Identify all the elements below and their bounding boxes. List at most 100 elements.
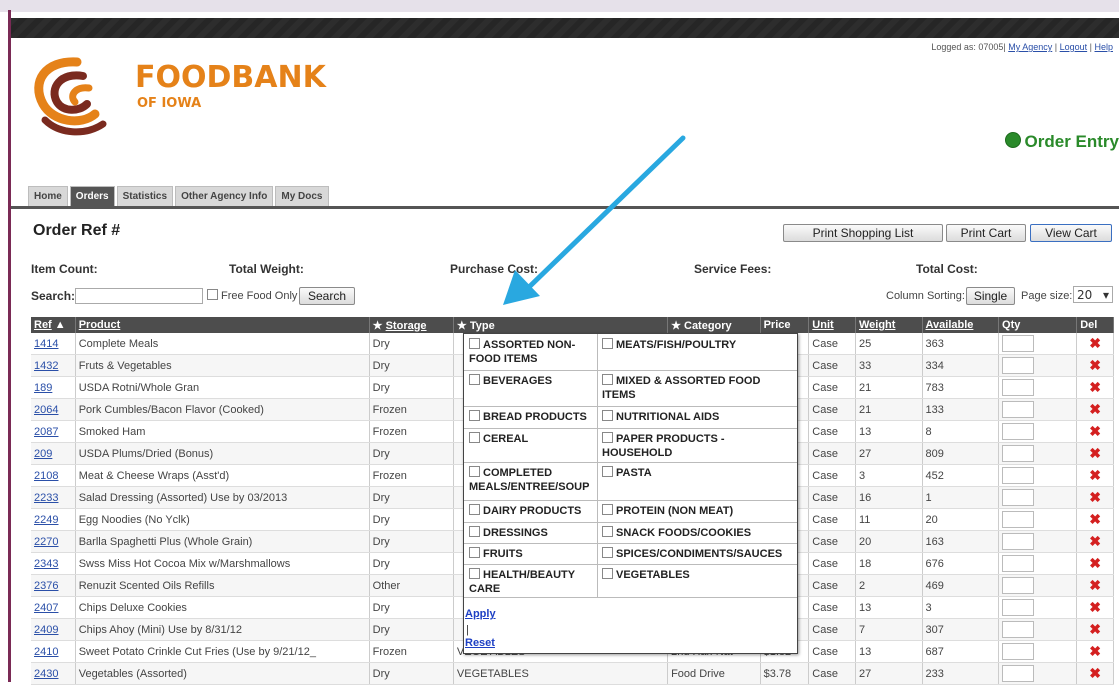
type-filter-checkbox[interactable] — [602, 466, 613, 477]
type-filter-checkbox[interactable] — [469, 526, 480, 537]
type-filter-checkbox[interactable] — [602, 410, 613, 421]
delete-icon[interactable]: ✖ — [1089, 643, 1101, 659]
col-available[interactable]: Available — [922, 317, 1000, 333]
type-filter-option[interactable]: PASTA — [602, 466, 792, 480]
type-filter-checkbox[interactable] — [469, 504, 480, 515]
print-shopping-list-button[interactable]: Print Shopping List — [783, 224, 943, 242]
type-filter-option[interactable]: VEGETABLES — [602, 568, 792, 582]
ref-link[interactable]: 1414 — [34, 338, 58, 350]
qty-input[interactable] — [1002, 401, 1035, 418]
tab-home[interactable]: Home — [28, 186, 68, 207]
logout-link[interactable]: Logout — [1060, 42, 1088, 52]
type-filter-option[interactable]: MIXED & ASSORTED FOOD ITEMS — [602, 374, 792, 402]
qty-input[interactable] — [1002, 599, 1035, 616]
ref-cell[interactable]: 209 — [31, 442, 76, 465]
delete-icon[interactable]: ✖ — [1089, 467, 1101, 483]
ref-link[interactable]: 2407 — [34, 602, 58, 614]
ref-cell[interactable]: 2407 — [31, 596, 76, 619]
ref-link[interactable]: 1432 — [34, 360, 58, 372]
ref-cell[interactable]: 2410 — [31, 640, 76, 663]
ref-link[interactable]: 189 — [34, 382, 52, 394]
qty-input[interactable] — [1002, 555, 1035, 572]
qty-input[interactable] — [1002, 577, 1035, 594]
type-filter-option[interactable]: PAPER PRODUCTS - HOUSEHOLD — [602, 432, 792, 460]
ref-cell[interactable]: 1432 — [31, 354, 76, 377]
ref-cell[interactable]: 2087 — [31, 420, 76, 443]
type-filter-checkbox[interactable] — [602, 547, 613, 558]
free-food-checkbox[interactable] — [207, 289, 218, 300]
type-filter-option[interactable]: PROTEIN (NON MEAT) — [602, 504, 792, 518]
type-filter-option[interactable]: BEVERAGES — [469, 374, 593, 388]
qty-input[interactable] — [1002, 643, 1035, 660]
delete-icon[interactable]: ✖ — [1089, 335, 1101, 351]
delete-icon[interactable]: ✖ — [1089, 423, 1101, 439]
view-cart-button[interactable]: View Cart — [1030, 224, 1112, 242]
delete-icon[interactable]: ✖ — [1089, 445, 1101, 461]
help-link[interactable]: Help — [1094, 42, 1113, 52]
type-filter-option[interactable]: MEATS/FISH/POULTRY — [602, 338, 792, 352]
ref-cell[interactable]: 2249 — [31, 508, 76, 531]
type-filter-checkbox[interactable] — [469, 338, 480, 349]
col-storage[interactable]: ★ Storage — [369, 317, 454, 333]
qty-input[interactable] — [1002, 511, 1035, 528]
type-filter-option[interactable]: DAIRY PRODUCTS — [469, 504, 593, 518]
type-filter-option[interactable]: CEREAL — [469, 432, 593, 446]
search-button[interactable]: Search — [299, 287, 355, 305]
ref-cell[interactable]: 2409 — [31, 618, 76, 641]
type-filter-checkbox[interactable] — [602, 374, 613, 385]
ref-cell[interactable]: 2270 — [31, 530, 76, 553]
delete-icon[interactable]: ✖ — [1089, 555, 1101, 571]
col-weight[interactable]: Weight — [855, 317, 923, 333]
type-filter-checkbox[interactable] — [469, 432, 480, 443]
delete-icon[interactable]: ✖ — [1089, 621, 1101, 637]
delete-icon[interactable]: ✖ — [1089, 489, 1101, 505]
type-filter-checkbox[interactable] — [469, 410, 480, 421]
ref-link[interactable]: 2343 — [34, 558, 58, 570]
qty-input[interactable] — [1002, 445, 1035, 462]
my-agency-link[interactable]: My Agency — [1008, 42, 1052, 52]
delete-icon[interactable]: ✖ — [1089, 357, 1101, 373]
ref-cell[interactable]: 189 — [31, 376, 76, 399]
col-unit-label[interactable]: Unit — [812, 319, 833, 331]
ref-link[interactable]: 2376 — [34, 580, 58, 592]
delete-icon[interactable]: ✖ — [1089, 599, 1101, 615]
col-category[interactable]: ★ Category — [667, 317, 761, 333]
type-filter-checkbox[interactable] — [602, 504, 613, 515]
ref-link[interactable]: 2270 — [34, 536, 58, 548]
delete-icon[interactable]: ✖ — [1089, 577, 1101, 593]
delete-icon[interactable]: ✖ — [1089, 511, 1101, 527]
search-input[interactable] — [75, 288, 203, 304]
ref-link[interactable]: 2064 — [34, 404, 58, 416]
qty-input[interactable] — [1002, 665, 1035, 682]
apply-link[interactable]: Apply — [465, 608, 496, 620]
col-product[interactable]: Product — [75, 317, 370, 333]
print-cart-button[interactable]: Print Cart — [946, 224, 1026, 242]
col-product-label[interactable]: Product — [79, 319, 121, 331]
ref-cell[interactable]: 2064 — [31, 398, 76, 421]
ref-link[interactable]: 2108 — [34, 470, 58, 482]
type-filter-option[interactable]: FRUITS — [469, 547, 593, 561]
type-filter-option[interactable]: ASSORTED NON-FOOD ITEMS — [469, 338, 593, 366]
free-food-only[interactable]: Free Food Only — [207, 289, 297, 302]
qty-input[interactable] — [1002, 467, 1035, 484]
col-unit[interactable]: Unit — [808, 317, 856, 333]
ref-link[interactable]: 2409 — [34, 624, 58, 636]
ref-cell[interactable]: 2343 — [31, 552, 76, 575]
type-filter-checkbox[interactable] — [602, 568, 613, 579]
type-filter-option[interactable]: NUTRITIONAL AIDS — [602, 410, 792, 424]
single-sort-button[interactable]: Single — [966, 287, 1015, 305]
type-filter-option[interactable]: COMPLETED MEALS/ENTREE/SOUP — [469, 466, 593, 494]
qty-input[interactable] — [1002, 423, 1035, 440]
tab-orders[interactable]: Orders — [69, 186, 115, 207]
delete-icon[interactable]: ✖ — [1089, 665, 1101, 681]
qty-input[interactable] — [1002, 533, 1035, 550]
col-available-label[interactable]: Available — [926, 319, 974, 331]
type-filter-checkbox[interactable] — [602, 432, 613, 443]
tab-statistics[interactable]: Statistics — [116, 186, 174, 207]
type-filter-option[interactable]: BREAD PRODUCTS — [469, 410, 593, 424]
ref-cell[interactable]: 2430 — [31, 662, 76, 685]
type-filter-option[interactable]: SPICES/CONDIMENTS/SAUCES — [602, 547, 792, 561]
qty-input[interactable] — [1002, 379, 1035, 396]
delete-icon[interactable]: ✖ — [1089, 533, 1101, 549]
qty-input[interactable] — [1002, 489, 1035, 506]
